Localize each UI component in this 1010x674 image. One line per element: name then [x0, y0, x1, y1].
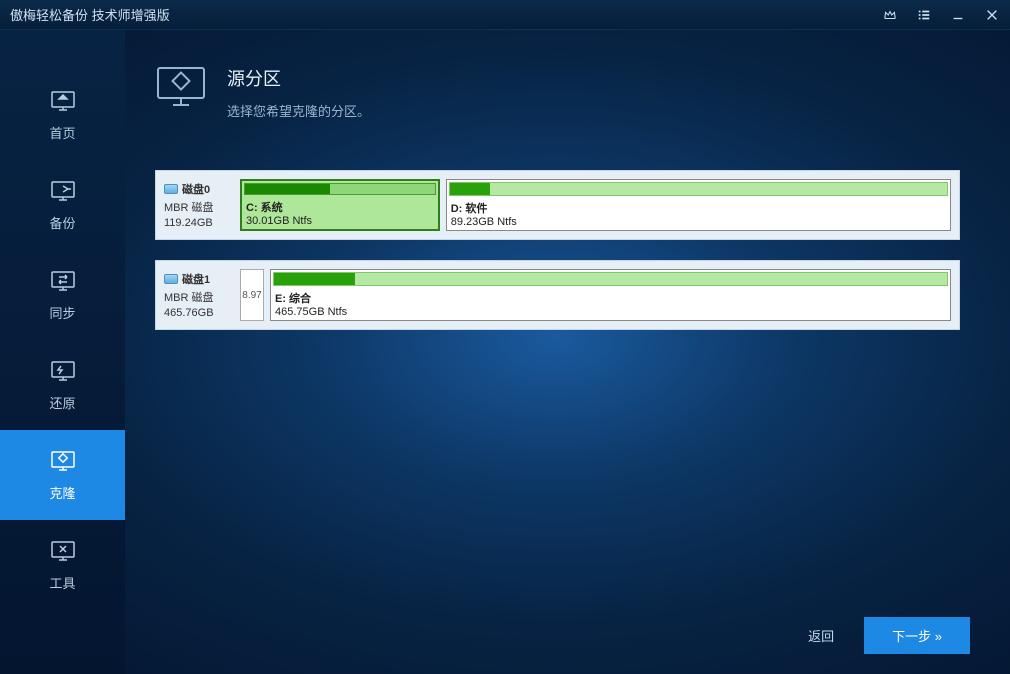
clone-icon: [49, 449, 77, 473]
partitions: 8.97 E: 综合 465.75GB Ntfs: [240, 269, 951, 321]
sidebar-item-label: 工具: [49, 573, 75, 592]
disk-list: 磁盘0 MBR 磁盘 119.24GB C: 系统 30.01GB Ntfs: [155, 170, 960, 330]
sidebar-item-home[interactable]: 首页: [0, 70, 125, 160]
next-button[interactable]: 下一步 »: [864, 617, 970, 654]
sidebar-item-label: 克隆: [49, 483, 75, 502]
partition-e[interactable]: E: 综合 465.75GB Ntfs: [270, 269, 951, 321]
sidebar-item-label: 首页: [49, 123, 75, 142]
main-content: 源分区 选择您希望克隆的分区。 磁盘0 MBR 磁盘 119.24GB: [125, 30, 1010, 674]
sync-icon: [49, 269, 77, 293]
disk-size: 119.24GB: [164, 217, 234, 229]
partition-reserved[interactable]: 8.97: [240, 269, 264, 321]
restore-icon: [49, 359, 77, 383]
tools-icon: [49, 539, 77, 563]
sidebar: 首页 备份 同步 还原 克隆 工具: [0, 30, 125, 674]
disk-name: 磁盘0: [164, 181, 234, 197]
page-header: 源分区 选择您希望克隆的分区。: [155, 65, 960, 120]
disk-info: 磁盘0 MBR 磁盘 119.24GB: [164, 179, 234, 231]
partition-label: E: 综合 465.75GB Ntfs: [271, 288, 950, 320]
page-title: 源分区: [227, 65, 370, 91]
crown-icon[interactable]: [882, 7, 898, 23]
partition-c[interactable]: C: 系统 30.01GB Ntfs: [240, 179, 440, 231]
titlebar: 傲梅轻松备份 技术师增强版: [0, 0, 1010, 30]
disk-name: 磁盘1: [164, 271, 234, 287]
footer: 返回 下一步 »: [808, 617, 970, 654]
partition-d[interactable]: D: 软件 89.23GB Ntfs: [446, 179, 951, 231]
partition-label: C: 系统 30.01GB Ntfs: [242, 197, 438, 229]
disk-card: 磁盘1 MBR 磁盘 465.76GB 8.97 E: 综合 465.75GB …: [155, 260, 960, 330]
backup-icon: [49, 179, 77, 203]
back-button[interactable]: 返回: [808, 626, 834, 645]
usage-bar: [273, 272, 948, 286]
sidebar-item-label: 还原: [49, 393, 75, 412]
disk-type: MBR 磁盘: [164, 289, 234, 305]
monitor-icon: [155, 65, 207, 109]
sidebar-item-tools[interactable]: 工具: [0, 520, 125, 610]
close-icon[interactable]: [984, 7, 1000, 23]
disk-icon: [164, 274, 178, 284]
list-icon[interactable]: [916, 7, 932, 23]
disk-type: MBR 磁盘: [164, 199, 234, 215]
sidebar-item-clone[interactable]: 克隆: [0, 430, 125, 520]
disk-icon: [164, 184, 178, 194]
usage-bar: [244, 183, 436, 195]
usage-bar: [449, 182, 948, 196]
sidebar-item-label: 同步: [49, 303, 75, 322]
sidebar-item-label: 备份: [49, 213, 75, 232]
partition-label: D: 软件 89.23GB Ntfs: [447, 198, 950, 230]
app-title: 傲梅轻松备份 技术师增强版: [10, 5, 882, 24]
sidebar-item-restore[interactable]: 还原: [0, 340, 125, 430]
home-icon: [49, 89, 77, 113]
partitions: C: 系统 30.01GB Ntfs D: 软件 89.23GB Ntfs: [240, 179, 951, 231]
disk-info: 磁盘1 MBR 磁盘 465.76GB: [164, 269, 234, 321]
sidebar-item-sync[interactable]: 同步: [0, 250, 125, 340]
minimize-icon[interactable]: [950, 7, 966, 23]
page-subtitle: 选择您希望克隆的分区。: [227, 101, 370, 120]
titlebar-controls: [882, 7, 1000, 23]
disk-card: 磁盘0 MBR 磁盘 119.24GB C: 系统 30.01GB Ntfs: [155, 170, 960, 240]
disk-size: 465.76GB: [164, 307, 234, 319]
sidebar-item-backup[interactable]: 备份: [0, 160, 125, 250]
